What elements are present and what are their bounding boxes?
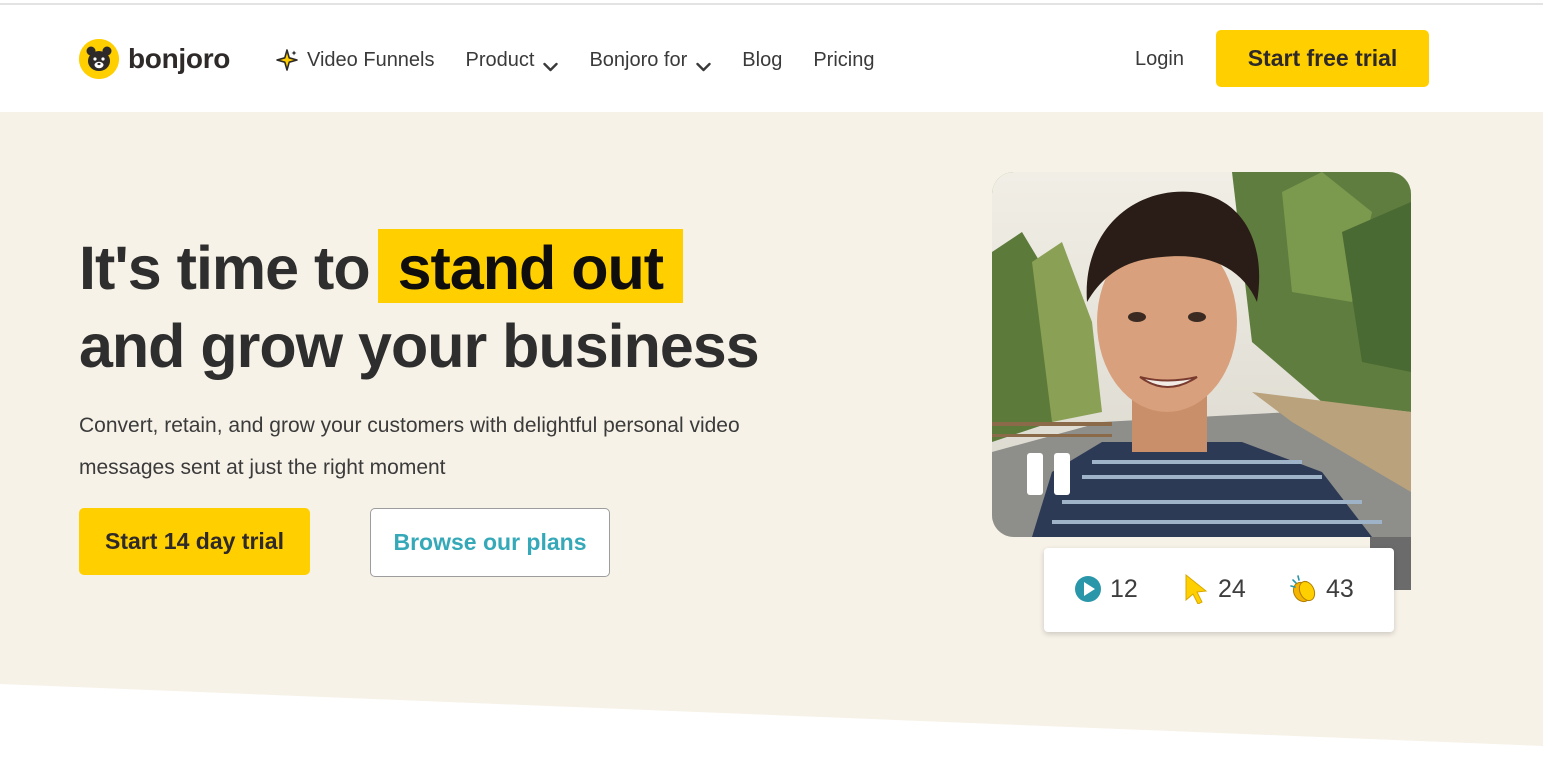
- headline-highlight: stand out: [377, 229, 684, 303]
- brand-name: bonjoro: [128, 43, 231, 74]
- stat-clicks: 24: [1182, 573, 1246, 605]
- nav-label: Blog: [742, 48, 783, 71]
- nav-item-pricing[interactable]: Pricing: [813, 49, 874, 72]
- nav-item-video-funnels[interactable]: Video Funnels: [275, 48, 435, 72]
- stat-value: 12: [1110, 574, 1138, 603]
- headline-line-2: and grow your business: [79, 312, 760, 380]
- nav-item-blog[interactable]: Blog: [742, 49, 782, 72]
- start-14-day-trial-button[interactable]: Start 14 day trial: [79, 508, 310, 575]
- video-stats-card: 12 24 43: [1044, 548, 1394, 632]
- stat-claps: 43: [1290, 574, 1354, 604]
- login-link[interactable]: Login: [1135, 48, 1184, 71]
- headline-start: It's time to: [79, 234, 371, 302]
- nav-label: Product: [465, 48, 535, 71]
- site-header: bonjoro Video Funnels Product Bonjoro fo…: [0, 5, 1543, 112]
- start-free-trial-button[interactable]: Start free trial: [1216, 30, 1429, 87]
- stat-value: 43: [1326, 574, 1354, 603]
- headline-line-1: It's time to stand out: [79, 229, 839, 307]
- main-nav: Video Funnels Product Bonjoro for Blog P…: [275, 45, 905, 75]
- hero-headline: It's time to stand out and grow your busi…: [79, 229, 839, 385]
- sparkle-icon: [275, 48, 299, 72]
- bear-logo-icon: [79, 39, 119, 79]
- hero-subtext: Convert, retain, and grow your customers…: [79, 414, 740, 479]
- nav-label: Pricing: [813, 48, 875, 71]
- stat-views: 12: [1074, 574, 1138, 604]
- nav-label: Bonjoro for: [589, 48, 688, 71]
- chevron-down-icon: [696, 55, 711, 72]
- browse-plans-button[interactable]: Browse our plans: [370, 508, 610, 577]
- play-icon: [1074, 574, 1102, 604]
- video-player[interactable]: [992, 172, 1411, 537]
- nav-item-bonjoro-for[interactable]: Bonjoro for: [589, 49, 711, 72]
- cursor-icon: [1182, 573, 1210, 605]
- logo[interactable]: bonjoro: [79, 39, 230, 79]
- nav-item-product[interactable]: Product: [466, 49, 559, 72]
- stat-value: 24: [1218, 574, 1246, 603]
- clapping-hands-icon: [1290, 574, 1318, 604]
- nav-label: Video Funnels: [307, 48, 435, 71]
- pause-icon[interactable]: [1027, 453, 1071, 495]
- chevron-down-icon: [543, 55, 559, 72]
